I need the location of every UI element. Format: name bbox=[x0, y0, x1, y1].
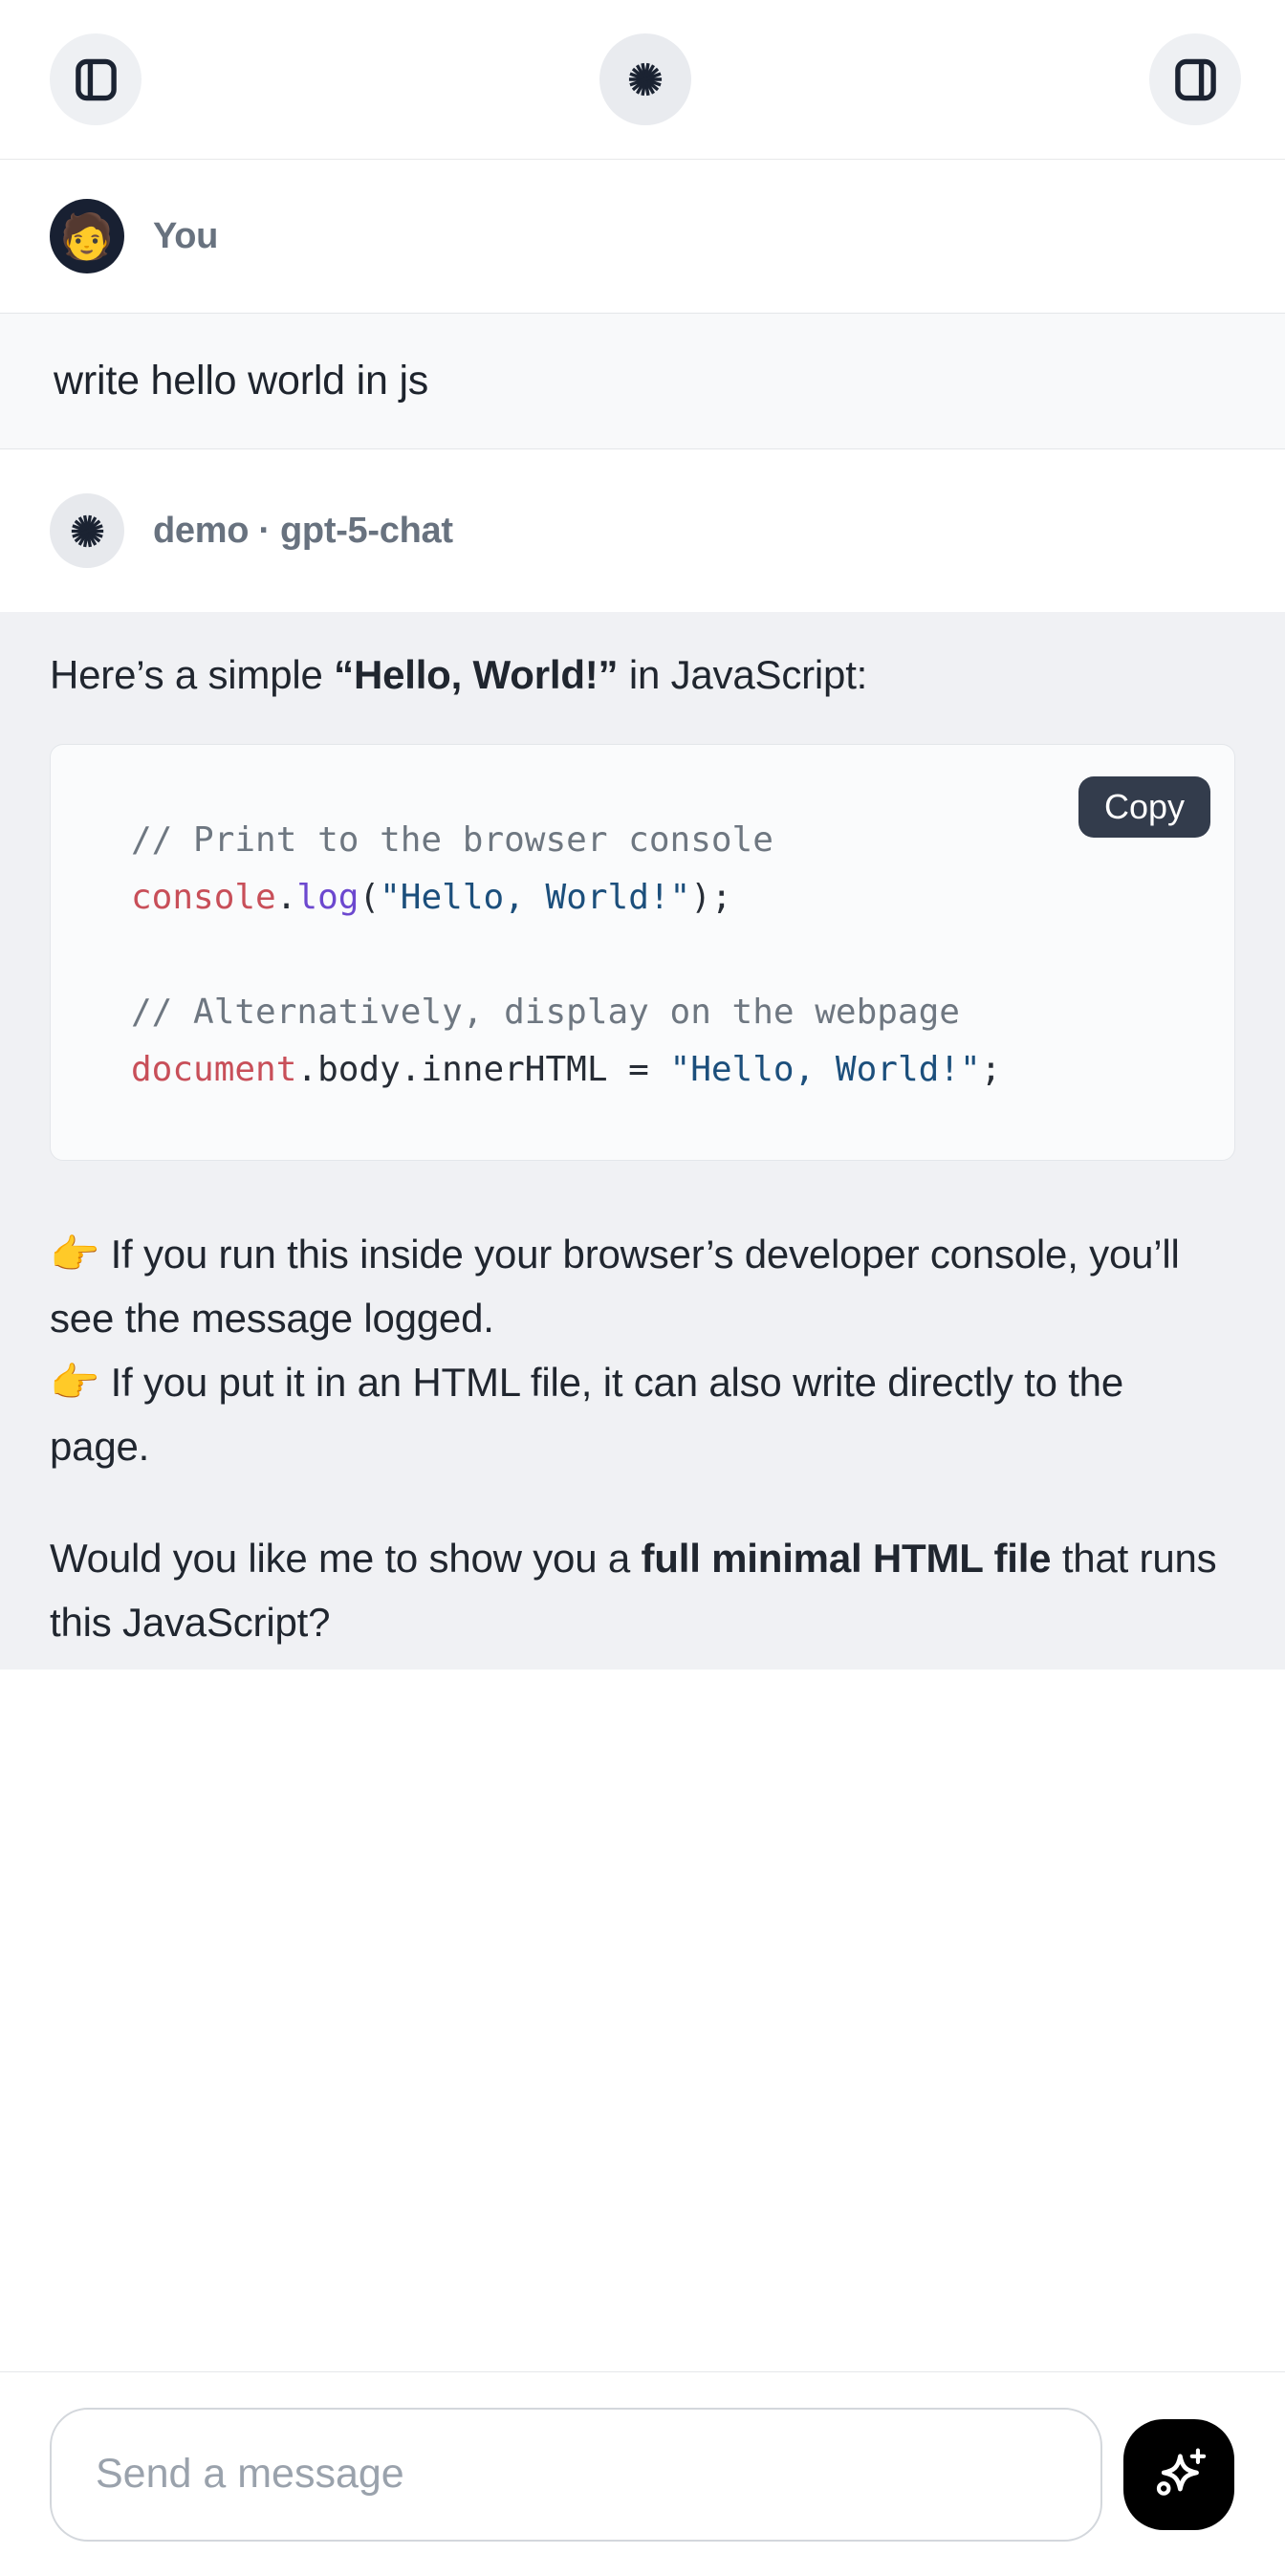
header-bar bbox=[0, 0, 1285, 160]
code-line: console.log("Hello, World!"); bbox=[131, 869, 1206, 927]
panel-right-icon bbox=[1173, 57, 1218, 102]
model-button[interactable] bbox=[599, 33, 691, 125]
message-input[interactable] bbox=[50, 2408, 1102, 2542]
user-message-band: write hello world in js bbox=[0, 313, 1285, 449]
send-button[interactable] bbox=[1123, 2419, 1234, 2530]
user-message-text: write hello world in js bbox=[54, 358, 428, 404]
assistant-message-header: demo · gpt-5-chat bbox=[0, 449, 1285, 612]
assistant-sender-label: demo · gpt-5-chat bbox=[153, 511, 453, 552]
sidebar-toggle-button[interactable] bbox=[50, 33, 142, 125]
code-line: document.body.innerHTML = "Hello, World!… bbox=[131, 1041, 1206, 1099]
sparkle-icon bbox=[1147, 2443, 1210, 2506]
copy-button[interactable]: Copy bbox=[1078, 776, 1210, 838]
assistant-paragraph-question: Would you like me to show you a full min… bbox=[50, 1526, 1235, 1654]
user-sender-label: You bbox=[153, 216, 218, 257]
code-line: // Alternatively, display on the webpage bbox=[131, 984, 1206, 1041]
assistant-intro-text: Here’s a simple “Hello, World!” in JavaS… bbox=[50, 650, 1235, 700]
panel-left-icon bbox=[74, 57, 119, 102]
code-block: Copy // Print to the browser consolecons… bbox=[50, 744, 1235, 1161]
user-avatar-emoji: 🧑 bbox=[59, 214, 114, 258]
assistant-message-band: Here’s a simple “Hello, World!” in JavaS… bbox=[0, 612, 1285, 1670]
code-line bbox=[131, 927, 1206, 984]
starburst-icon bbox=[625, 59, 665, 99]
starburst-avatar-icon bbox=[68, 512, 107, 551]
user-message-header: 🧑 You bbox=[0, 160, 1285, 313]
assistant-paragraph-tips: 👉 If you run this inside your browser’s … bbox=[50, 1222, 1235, 1478]
composer bbox=[0, 2371, 1285, 2576]
code-content: // Print to the browser consoleconsole.l… bbox=[51, 745, 1234, 1099]
user-avatar: 🧑 bbox=[50, 199, 124, 273]
assistant-avatar bbox=[50, 493, 124, 568]
chat-app: 🧑 You write hello world in js demo · gpt… bbox=[0, 0, 1285, 2576]
panel-toggle-button[interactable] bbox=[1149, 33, 1241, 125]
empty-scroll-area bbox=[0, 1670, 1285, 2371]
code-line: // Print to the browser console bbox=[131, 812, 1206, 869]
